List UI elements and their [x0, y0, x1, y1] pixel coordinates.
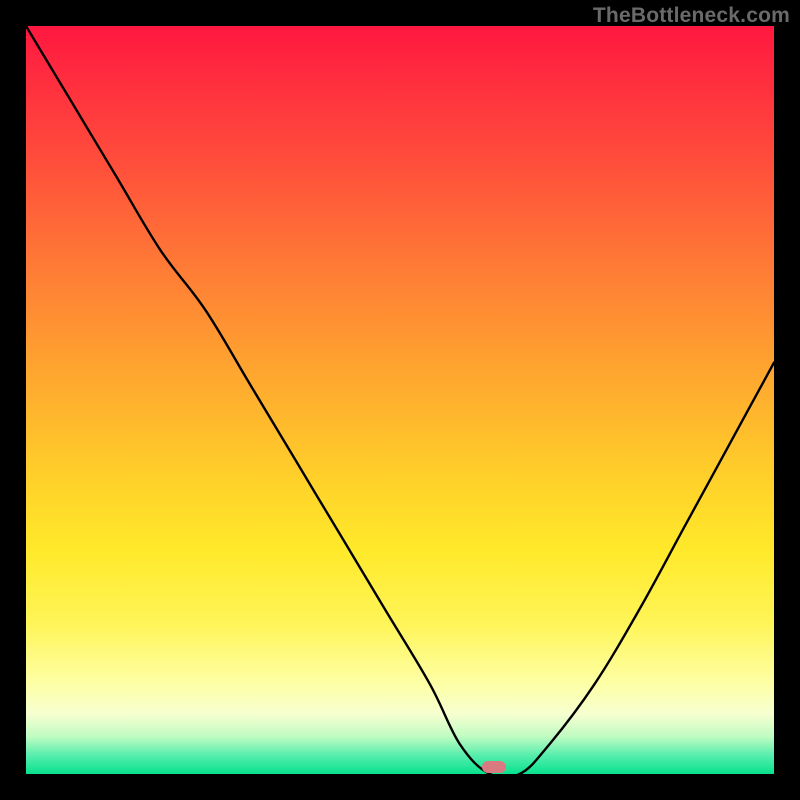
bottleneck-curve [26, 26, 774, 774]
minimum-marker [482, 761, 506, 773]
chart-frame: TheBottleneck.com [0, 0, 800, 800]
watermark-text: TheBottleneck.com [593, 4, 790, 28]
plot-area [26, 26, 774, 774]
